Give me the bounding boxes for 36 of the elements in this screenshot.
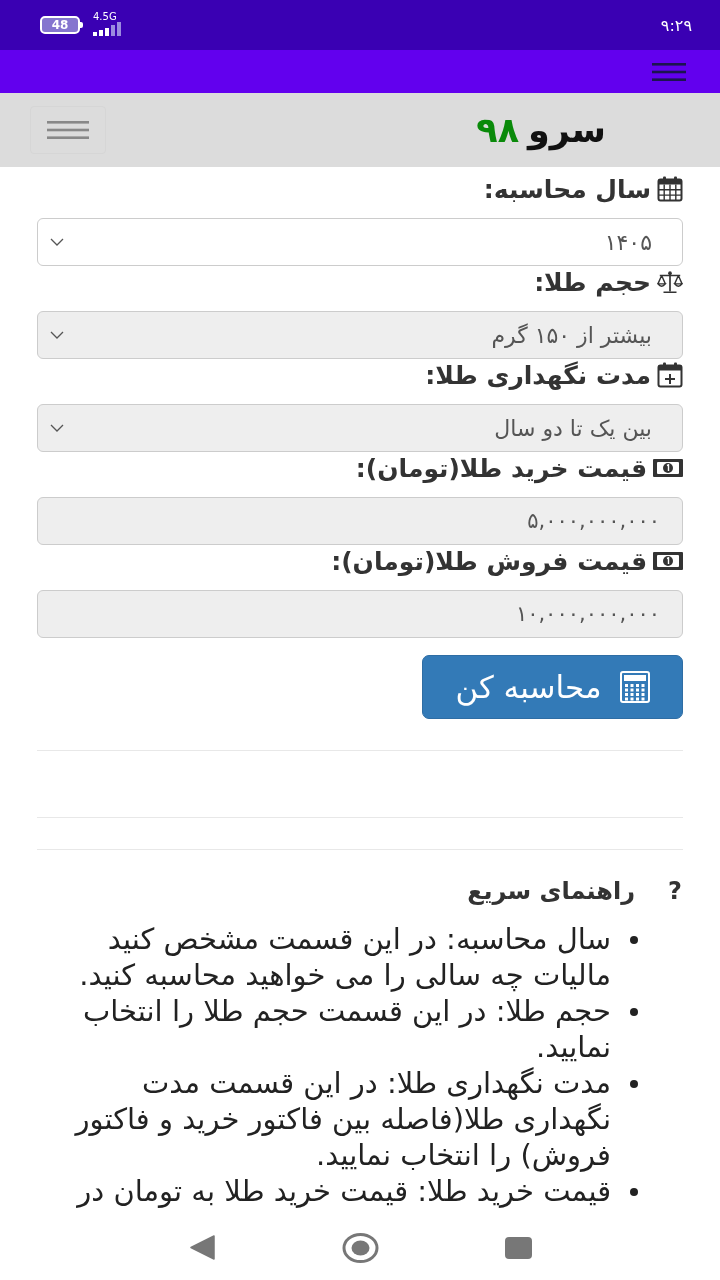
calendar-icon	[657, 176, 683, 202]
menu-button[interactable]	[30, 106, 106, 154]
menu-icon	[47, 121, 89, 139]
calendar-plus-icon	[657, 362, 683, 388]
balance-scale-icon	[657, 269, 683, 295]
calculator-icon	[619, 671, 650, 703]
banknote-icon	[653, 552, 683, 570]
calculate-button[interactable]: محاسبه کن	[422, 655, 683, 719]
bullet-icon	[630, 1008, 638, 1016]
banknote-icon	[653, 459, 683, 477]
chevron-down-icon	[50, 238, 64, 246]
recent-apps-icon[interactable]	[504, 1236, 532, 1259]
logo-number[interactable]: ۹۸	[476, 112, 520, 148]
menu-icon[interactable]	[652, 62, 686, 81]
back-icon[interactable]	[189, 1235, 215, 1260]
field-label: حجم طلا:	[534, 267, 651, 297]
help-text: قیمت خرید طلا: قیمت خرید طلا به تومان در	[75, 1173, 611, 1209]
select-field[interactable]: ۱۴۰۵	[37, 218, 683, 266]
question-icon: ?	[667, 877, 683, 905]
field-label: قیمت خرید طلا(تومان):	[355, 453, 647, 483]
bullet-icon	[630, 1080, 638, 1088]
help-text: سال محاسبه: در این قسمت مشخص کنید مالیات چه سالی را می خواهید محاسبه کنید.	[78, 921, 611, 993]
help-text: حجم طلا: در این قسمت حجم طلا را انتخاب نمایید.	[81, 993, 611, 1065]
clock-time: ۹:۲۹	[660, 15, 692, 35]
help-text: مدت نگهداری طلا: در این قسمت مدت نگهداری طلا(فاصله بین فاکتور خرید و فاکتور فروش) را انتخاب نمایید.	[73, 1065, 611, 1173]
field-label: مدت نگهداری طلا:	[425, 360, 651, 390]
network-type: 4.5G	[93, 10, 118, 22]
help-title: راهنمای سریع	[467, 877, 635, 905]
field-label: سال محاسبه:	[483, 174, 651, 204]
chevron-down-icon	[50, 331, 64, 339]
home-icon[interactable]	[341, 1232, 379, 1263]
chevron-down-icon	[50, 424, 64, 432]
bullet-icon	[630, 936, 638, 944]
battery-indicator: 48	[40, 16, 83, 34]
bullet-icon	[630, 1188, 638, 1196]
field-label: قیمت فروش طلا(تومان):	[331, 546, 647, 576]
